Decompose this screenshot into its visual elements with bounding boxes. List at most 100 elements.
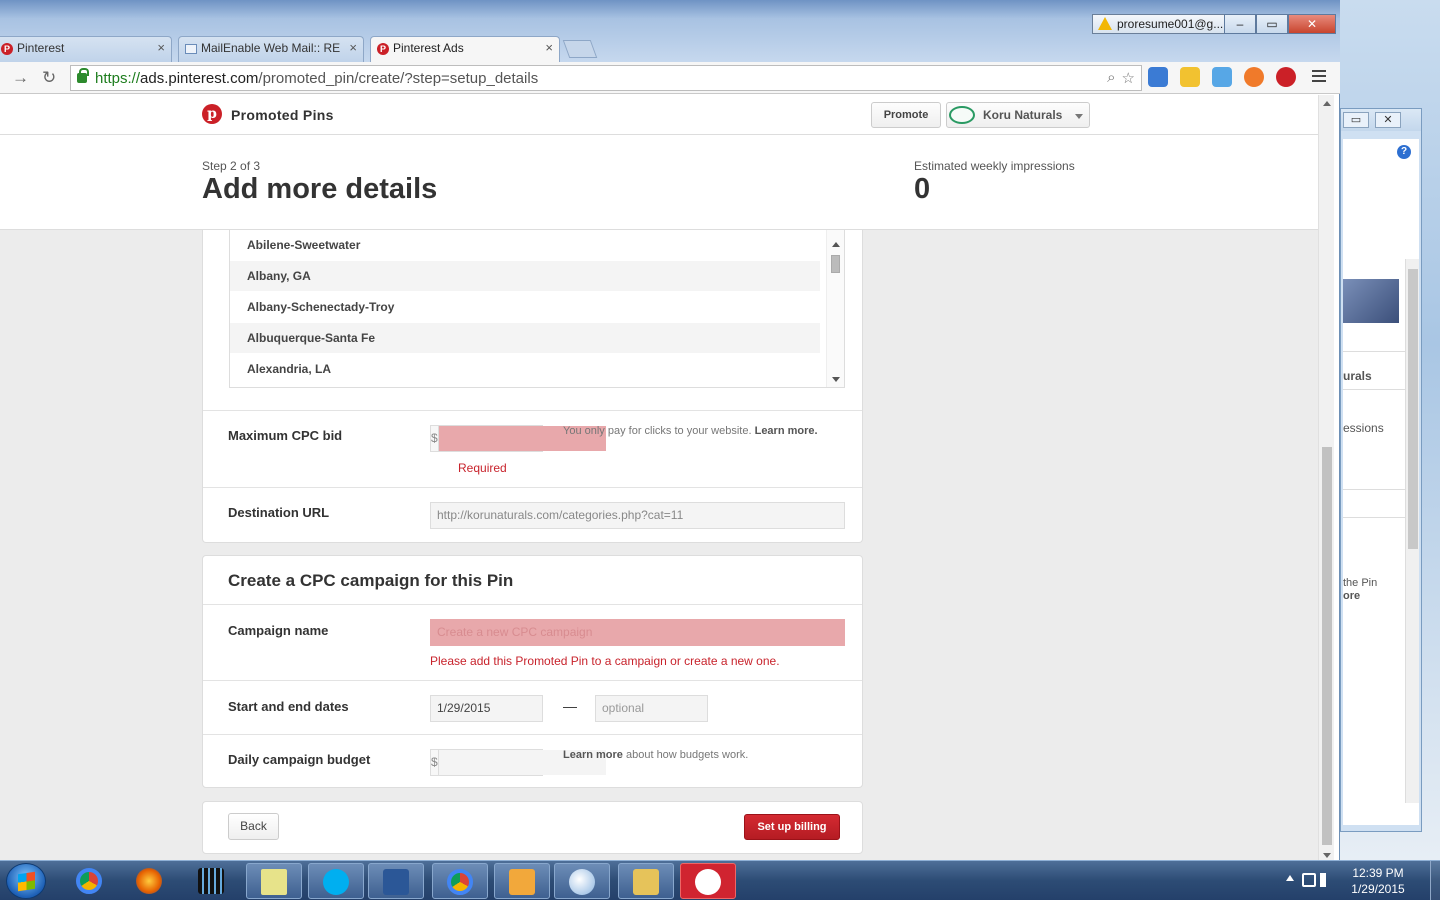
reload-icon[interactable]: ↻	[42, 68, 56, 88]
extension-icon[interactable]	[1212, 67, 1232, 87]
set-up-billing-button[interactable]: Set up billing	[744, 814, 840, 840]
close-tab-icon[interactable]: ×	[545, 37, 553, 59]
outlook-taskbar-icon[interactable]	[494, 863, 550, 899]
brand-title[interactable]: Promoted Pins	[231, 107, 334, 123]
account-name: Koru Naturals	[983, 108, 1063, 122]
back-button[interactable]: Back	[228, 813, 279, 840]
background-account-select[interactable]: urals	[1343, 369, 1372, 383]
start-button[interactable]	[6, 863, 46, 899]
help-icon[interactable]: ?	[1397, 145, 1411, 159]
skype-taskbar-icon[interactable]	[308, 863, 364, 899]
tab-mailenable[interactable]: MailEnable Web Mail:: RE ×	[178, 36, 364, 62]
campaign-name-field[interactable]: Create a new CPC campaign	[430, 619, 845, 646]
minimize-icon[interactable]: –	[1224, 14, 1256, 34]
destination-url-field[interactable]: http://korunaturals.com/categories.php?c…	[430, 502, 845, 529]
word-taskbar-icon[interactable]	[368, 863, 424, 899]
notes-taskbar-icon[interactable]	[246, 863, 302, 899]
show-hidden-icons-icon[interactable]	[1286, 875, 1294, 881]
background-pin-text: the Pin	[1343, 577, 1378, 589]
extension-icon[interactable]	[1180, 67, 1200, 87]
menu-icon[interactable]	[1312, 70, 1326, 84]
learn-more-link[interactable]: Learn more.	[755, 425, 818, 437]
mail-icon	[185, 44, 197, 54]
tab-title: Pinterest Ads	[393, 41, 464, 55]
url-text[interactable]: https://ads.pinterest.com/promoted_pin/c…	[95, 70, 538, 87]
extension-icon[interactable]	[1244, 67, 1264, 87]
pinterest-logo-icon[interactable]: p	[202, 104, 222, 124]
extension-icon[interactable]	[1148, 67, 1168, 87]
paint-taskbar-icon[interactable]	[554, 863, 610, 899]
list-item[interactable]: Alexandria, LA	[230, 354, 820, 385]
list-item[interactable]: Albuquerque-Santa Fe	[230, 323, 820, 354]
campaign-name-row: Campaign name Create a new CPC campaign …	[203, 604, 862, 680]
address-bar[interactable]: https://ads.pinterest.com/promoted_pin/c…	[70, 65, 1142, 91]
clock-date: 1/29/2015	[1351, 882, 1405, 896]
browser-toolbar: → ↻ https://ads.pinterest.com/promoted_p…	[0, 62, 1340, 94]
cpc-bid-input[interactable]: $	[430, 425, 606, 452]
profile-badge[interactable]: proresume001@g...	[1092, 14, 1226, 34]
calculator-taskbar-icon[interactable]	[184, 863, 240, 899]
network-icon[interactable]	[1302, 873, 1316, 887]
scroll-thumb[interactable]	[831, 255, 840, 273]
firefox-taskbar-icon[interactable]	[122, 863, 178, 899]
budget-input[interactable]: $	[430, 749, 606, 776]
background-browser-window[interactable]: ▭ ✕ ? urals essions the Pin ore	[1340, 108, 1422, 832]
account-dropdown[interactable]: Koru Naturals	[946, 102, 1090, 128]
list-item[interactable]: Albany-Schenectady-Troy	[230, 292, 820, 323]
restore-icon[interactable]: ▭	[1343, 112, 1369, 128]
list-item[interactable]: Abilene-Sweetwater	[230, 230, 820, 261]
learn-more-link[interactable]: Learn more	[563, 749, 623, 761]
metro-list[interactable]: Abilene-Sweetwater Albany, GA Albany-Sch…	[229, 230, 845, 388]
search-icon[interactable]: ⌕	[1107, 69, 1115, 87]
volume-icon[interactable]	[1320, 873, 1330, 887]
list-item[interactable]: Albany, GA	[230, 261, 820, 292]
campaign-card-title: Create a CPC campaign for this Pin	[228, 571, 514, 590]
background-more-link[interactable]: ore	[1343, 590, 1360, 602]
scroll-down-icon[interactable]	[832, 377, 840, 382]
step-indicator: Step 2 of 3	[202, 159, 261, 173]
close-tab-icon[interactable]: ×	[157, 37, 165, 59]
clock[interactable]: 12:39 PM 1/29/2015	[1338, 865, 1418, 897]
chrome-taskbar-icon[interactable]	[62, 863, 118, 899]
forward-icon[interactable]: →	[12, 68, 29, 88]
currency-prefix: $	[431, 750, 439, 775]
background-window-titlebar[interactable]: ▭ ✕	[1341, 109, 1421, 131]
tab-pinterest-ads[interactable]: P Pinterest Ads ×	[370, 36, 560, 63]
tab-pinterest[interactable]: P Pinterest ×	[0, 36, 172, 62]
campaign-error-text: Please add this Promoted Pin to a campai…	[430, 654, 780, 668]
close-icon[interactable]: ✕	[1375, 112, 1401, 128]
tab-title: Pinterest	[17, 41, 65, 55]
start-date-field[interactable]: 1/29/2015	[430, 695, 543, 722]
scroll-up-icon[interactable]	[1323, 101, 1331, 106]
new-tab-button[interactable]	[562, 40, 598, 58]
cpc-error-text: Required	[458, 461, 507, 475]
taskbar: 12:39 PM 1/29/2015	[0, 860, 1440, 900]
campaign-card: Create a CPC campaign for this Pin Campa…	[202, 555, 863, 788]
scroll-thumb[interactable]	[1322, 447, 1332, 845]
ads-header: p Promoted Pins Promote Koru Naturals	[0, 95, 1318, 135]
pinterest-icon: P	[1, 43, 13, 55]
scroll-down-icon[interactable]	[1323, 853, 1331, 858]
destination-url-label: Destination URL	[228, 505, 330, 520]
explorer-taskbar-icon[interactable]	[618, 863, 674, 899]
background-scrollbar[interactable]	[1405, 259, 1419, 803]
scroll-up-icon[interactable]	[832, 242, 840, 247]
maximize-icon[interactable]: ▭	[1256, 14, 1288, 34]
budget-help-text: Learn more about how budgets work.	[563, 749, 749, 761]
metro-list-scrollbar[interactable]	[826, 230, 844, 387]
itunes-taskbar-icon[interactable]	[680, 863, 736, 899]
chevron-down-icon	[1075, 114, 1083, 119]
tab-strip: P Pinterest × MailEnable Web Mail:: RE ×…	[0, 0, 1340, 63]
pinterest-extension-icon[interactable]	[1276, 67, 1296, 87]
show-desktop-button[interactable]	[1430, 861, 1440, 900]
end-date-field[interactable]: optional	[595, 695, 708, 722]
page-scrollbar[interactable]	[1318, 95, 1334, 860]
promote-button[interactable]: Promote	[871, 102, 941, 128]
targeting-card: Abilene-Sweetwater Albany, GA Albany-Sch…	[202, 230, 863, 543]
close-window-icon[interactable]: ✕	[1288, 14, 1336, 34]
close-tab-icon[interactable]: ×	[349, 37, 357, 59]
step-header: Step 2 of 3 Add more details Estimated w…	[0, 135, 1318, 230]
chrome-window-taskbar-icon[interactable]	[432, 863, 488, 899]
dates-row: Start and end dates 1/29/2015 — optional	[203, 680, 862, 734]
star-icon[interactable]: ☆	[1122, 69, 1135, 87]
